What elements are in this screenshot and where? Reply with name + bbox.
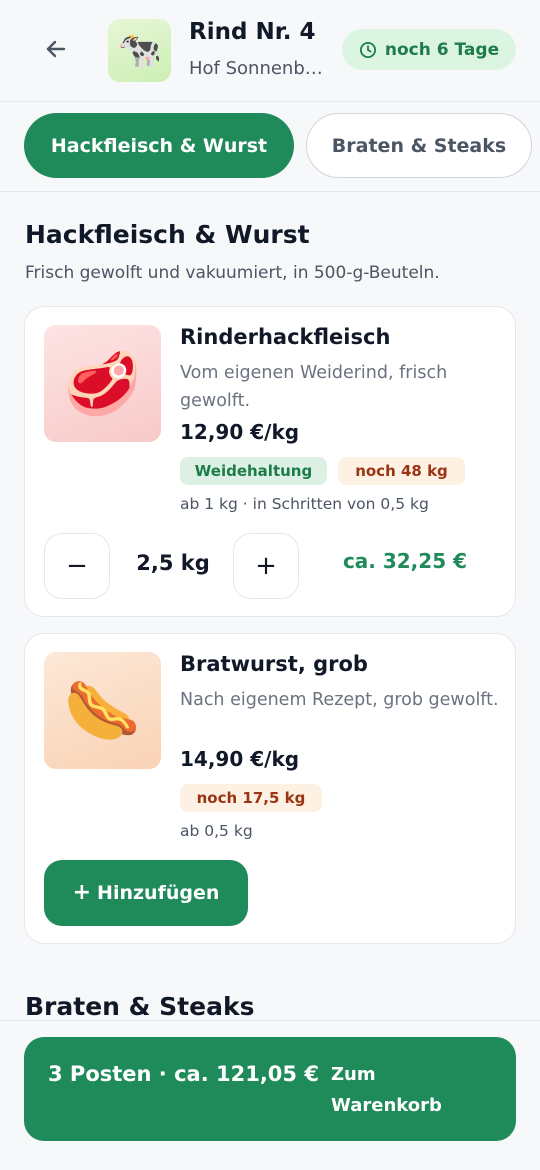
line-total: ca. 32,25 € [342,549,467,573]
section-title: Braten & Steaks [25,992,255,1021]
product-description: Nach eigenem Rezept, grob gewolft. [180,690,499,710]
cart-action-label: Zum Warenkorb [331,1064,442,1116]
cart-summary: 3 Posten · ca. 121,05 € [48,1062,319,1086]
order-rule: ab 1 kg · in Schritten von 0,5 kg [180,495,429,513]
decrease-quantity-button[interactable]: − [44,533,110,599]
animal-title: Rind Nr. 4 [189,19,316,45]
minus-icon: − [66,551,88,581]
section-description: Frisch gewolft und vakuumiert, in 500-g-… [25,263,440,283]
deadline-text: noch 6 Tage [384,39,500,60]
product-card: 🥩 Rinderhackfleisch Vom eigenen Weiderin… [24,306,516,617]
plus-icon: + [72,880,92,905]
cow-icon: 🐄 [117,29,162,71]
hotdog-icon: 🌭 [63,673,142,747]
add-button-label: Hinzufügen [97,882,220,904]
stock-badge: noch 17,5 kg [180,784,322,812]
clock-icon [359,41,377,59]
deadline-badge: noch 6 Tage [342,29,516,70]
tag-badge: Weidehaltung [180,457,327,485]
plus-icon: + [255,551,277,581]
steak-icon: 🥩 [63,346,142,420]
go-to-cart-button[interactable]: 3 Posten · ca. 121,05 € Zum Warenkorb [24,1037,516,1141]
arrow-left-icon [44,37,68,65]
section-title: Hackfleisch & Wurst [25,220,310,249]
tab-hackfleisch-wurst[interactable]: Hackfleisch & Wurst [24,113,294,178]
farm-name: Hof Sonnenberg [189,58,329,79]
product-price: 12,90 €/kg [180,420,300,444]
tab-braten-steaks[interactable]: Braten & Steaks [306,113,532,178]
cart-bar: 3 Posten · ca. 121,05 € Zum Warenkorb [0,1020,540,1170]
product-card: 🌭 Bratwurst, grob Nach eigenem Rezept, g… [24,633,516,944]
product-image: 🥩 [44,325,161,442]
product-name: Bratwurst, grob [180,652,368,676]
animal-avatar: 🐄 [108,19,171,82]
quantity-value: 2,5 kg [136,551,210,575]
add-to-cart-button[interactable]: + Hinzufügen [44,860,248,926]
product-description: Vom eigenen Weiderind, frisch gewolft. [180,363,448,411]
product-name: Rinderhackfleisch [180,325,391,349]
product-image: 🌭 [44,652,161,769]
stock-badge: noch 48 kg [338,457,465,485]
back-button[interactable] [36,31,76,71]
order-rule: ab 0,5 kg [180,822,253,840]
category-tabs: Hackfleisch & Wurst Braten & Steaks [0,103,540,192]
app-header: 🐄 Rind Nr. 4 Hof Sonnenberg noch 6 Tage [0,0,540,102]
product-price: 14,90 €/kg [180,747,300,771]
increase-quantity-button[interactable]: + [233,533,299,599]
